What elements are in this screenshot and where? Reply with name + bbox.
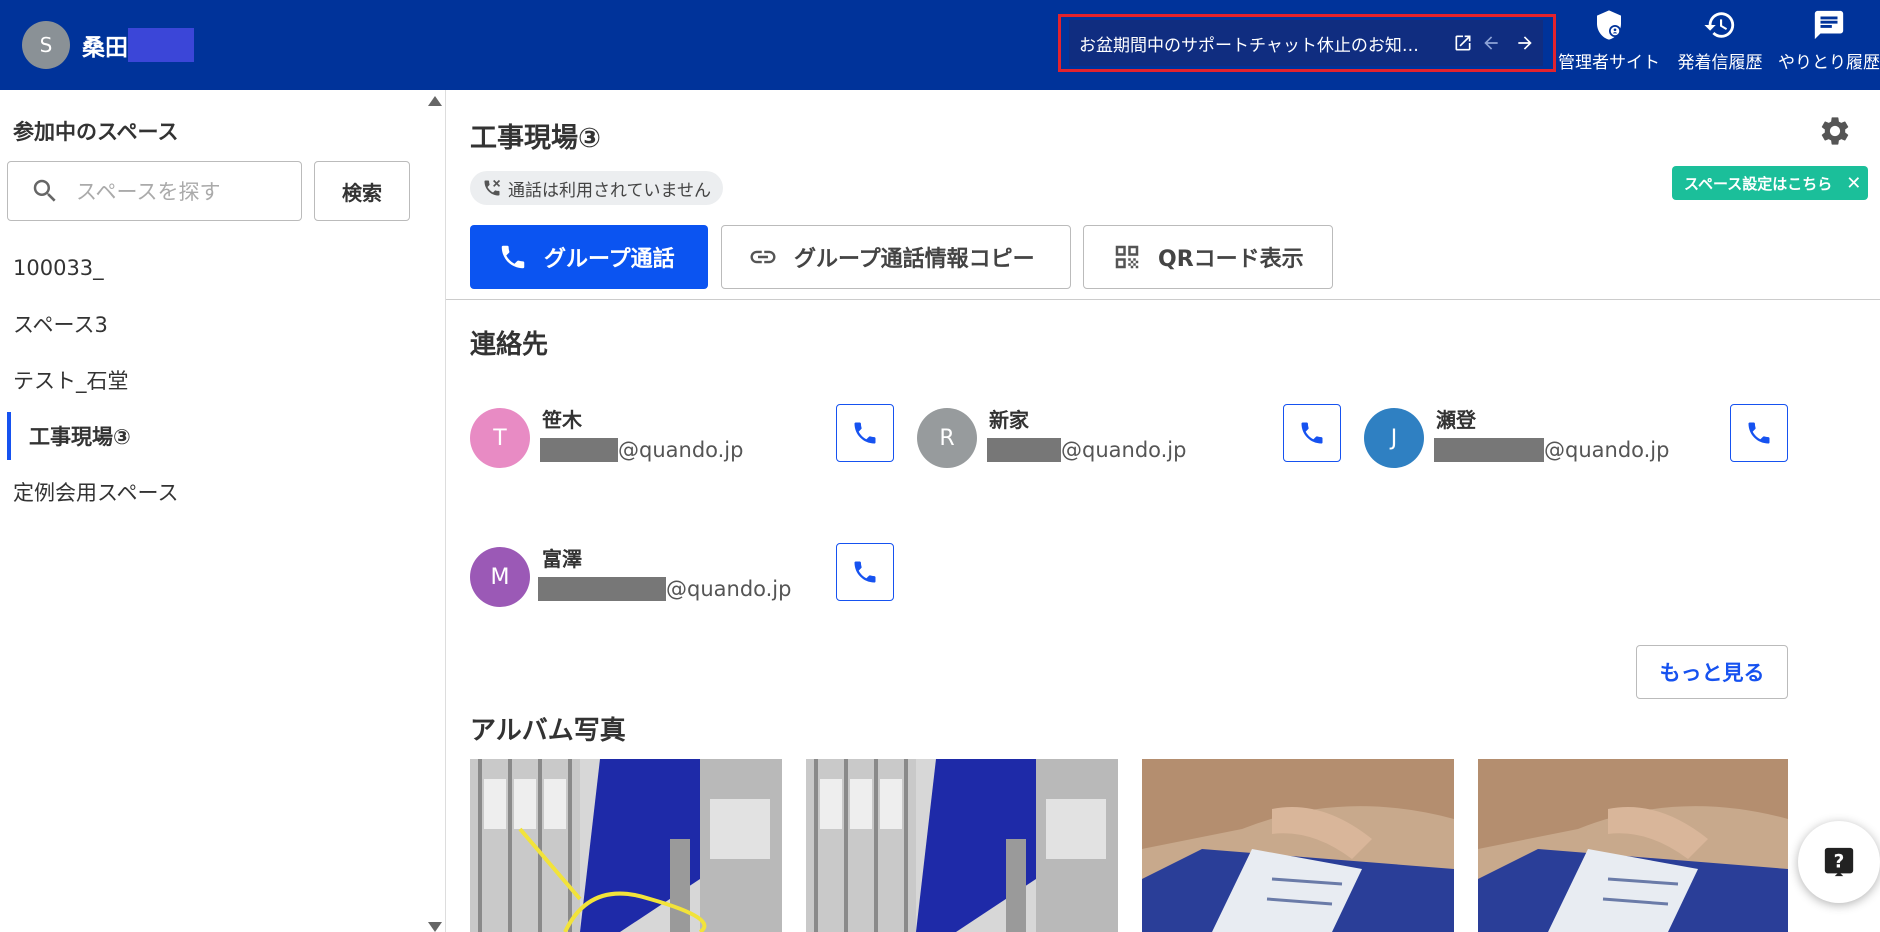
gear-icon[interactable] [1818, 114, 1852, 148]
sidebar-item-space[interactable]: 100033_ [0, 244, 430, 292]
nav-call-history[interactable]: 発着信履歴 [1672, 8, 1768, 73]
nav-chat-history[interactable]: やりとり履歴 [1778, 8, 1880, 73]
contact-card: J 瀬登 @quando.jp [1364, 404, 1788, 474]
scroll-up-icon[interactable] [428, 96, 442, 106]
top-header: S 桑田 お盆期間中のサポートチャット休止のお知… 管理者サイト 発着信履歴 や… [0, 0, 1880, 90]
notice-inner: お盆期間中のサポートチャット休止のお知… [1069, 20, 1543, 66]
search-button[interactable]: 検索 [314, 161, 410, 221]
contact-card: T 笹木 @quando.jp [470, 404, 894, 474]
album-heading: アルバム写真 [470, 716, 626, 746]
search-placeholder: スペースを探す [76, 180, 221, 204]
avatar: S [22, 21, 70, 69]
svg-text:?: ? [1834, 852, 1845, 873]
arrow-left-icon[interactable] [1477, 29, 1505, 57]
settings-tooltip: スペース設定はこちら ✕ [1672, 166, 1868, 200]
contact-name: 笹木 [542, 408, 582, 432]
chat-icon [1814, 10, 1844, 40]
main-content: 工事現場③ スペース設定はこちら ✕ 通話は利用されていません グループ通話 グ… [446, 90, 1880, 932]
contact-email: @quando.jp [540, 438, 743, 462]
contact-name: 富澤 [542, 547, 582, 571]
notice-banner: お盆期間中のサポートチャット休止のお知… [1058, 14, 1556, 72]
contact-card: M 富澤 @quando.jp [470, 543, 894, 613]
help-icon: ? [1824, 847, 1854, 877]
call-button[interactable] [1283, 404, 1341, 462]
open-external-icon[interactable] [1449, 29, 1477, 57]
close-icon[interactable]: ✕ [1846, 173, 1861, 194]
email-domain: @quando.jp [1061, 438, 1187, 462]
history-icon [1704, 12, 1735, 38]
contact-card: R 新家 @quando.jp [917, 404, 1341, 474]
divider [446, 299, 1880, 300]
qr-code-icon [1115, 245, 1139, 269]
help-button[interactable]: ? [1798, 821, 1880, 903]
email-domain: @quando.jp [618, 438, 744, 462]
nav-label: 管理者サイト [1558, 53, 1660, 73]
button-label: QRコード表示 [1158, 247, 1304, 272]
nav-admin-site[interactable]: 管理者サイト [1556, 8, 1662, 73]
nav-label: 発着信履歴 [1677, 53, 1763, 73]
avatar: J [1364, 408, 1424, 468]
sidebar: 参加中のスペース スペースを探す 検索 100033_ スペース3 テスト_石堂… [0, 90, 446, 932]
phone-icon [854, 422, 876, 444]
search-input[interactable]: スペースを探す [7, 161, 302, 221]
contact-email: @quando.jp [987, 438, 1186, 462]
status-text: 通話は利用されていません [508, 180, 711, 201]
status-badge: 通話は利用されていません [470, 171, 723, 205]
sidebar-scrollbar[interactable] [424, 90, 444, 932]
group-call-button[interactable]: グループ通話 [470, 225, 708, 289]
redacted-text [538, 577, 666, 601]
phone-off-icon [484, 179, 501, 196]
contact-email: @quando.jp [1434, 438, 1669, 462]
avatar: M [470, 547, 530, 607]
album-photo[interactable] [1478, 759, 1788, 932]
email-domain: @quando.jp [1544, 438, 1670, 462]
user-name: 桑田 [82, 35, 128, 61]
album-photo[interactable] [470, 759, 782, 932]
admin-shield-icon [1597, 10, 1621, 40]
call-button[interactable] [1730, 404, 1788, 462]
show-more-button[interactable]: もっと見る [1636, 645, 1788, 699]
album-photo[interactable] [1142, 759, 1454, 932]
email-domain: @quando.jp [666, 577, 792, 601]
tooltip-text: スペース設定はこちら [1684, 174, 1833, 193]
button-label: グループ通話 [544, 247, 675, 272]
call-button[interactable] [836, 543, 894, 601]
call-button[interactable] [836, 404, 894, 462]
phone-icon [1301, 422, 1323, 444]
phone-icon [1748, 422, 1770, 444]
contact-name: 瀬登 [1436, 408, 1476, 432]
album-photo[interactable] [806, 759, 1118, 932]
avatar: T [470, 408, 530, 468]
phone-icon [854, 561, 876, 583]
redacted-name [128, 28, 194, 62]
sidebar-title: 参加中のスペース [13, 120, 179, 144]
qr-code-button[interactable]: QRコード表示 [1083, 225, 1333, 289]
sidebar-item-space[interactable]: スペース3 [0, 300, 430, 348]
contact-name: 新家 [989, 408, 1029, 432]
sidebar-item-space-active[interactable]: 工事現場③ [7, 412, 437, 460]
button-label: グループ通話情報コピー [794, 247, 1035, 272]
search-icon [33, 179, 56, 202]
redacted-text [1434, 438, 1544, 462]
sidebar-item-space[interactable]: 定例会用スペース [0, 468, 430, 516]
notice-text[interactable]: お盆期間中のサポートチャット休止のお知… [1079, 31, 1443, 56]
redacted-text [987, 438, 1061, 462]
contacts-heading: 連絡先 [470, 330, 549, 360]
link-icon [750, 250, 776, 264]
contact-email: @quando.jp [538, 577, 791, 601]
avatar: R [917, 408, 977, 468]
arrow-right-icon[interactable] [1511, 29, 1539, 57]
page-title: 工事現場③ [470, 123, 601, 154]
scroll-down-icon[interactable] [428, 922, 442, 932]
user-menu[interactable]: S 桑田 [22, 21, 194, 69]
phone-icon [501, 245, 525, 269]
redacted-text [540, 438, 618, 462]
sidebar-item-space[interactable]: テスト_石堂 [0, 356, 430, 404]
copy-call-info-button[interactable]: グループ通話情報コピー [721, 225, 1071, 289]
nav-label: やりとり履歴 [1778, 53, 1880, 73]
